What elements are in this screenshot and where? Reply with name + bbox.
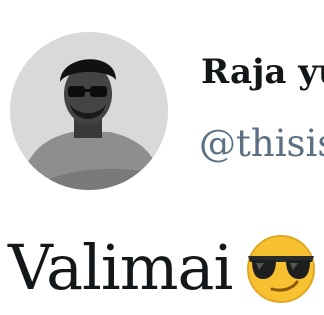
avatar-photo (10, 32, 168, 190)
tweet-card: Raja yu @thisis Valimai (0, 0, 324, 315)
author-display-name[interactable]: Raja yu (201, 52, 324, 92)
avatar[interactable] (10, 32, 168, 190)
tweet-body: Valimai (8, 230, 320, 306)
tweet-text: Valimai (8, 231, 233, 304)
author-handle[interactable]: @thisis (199, 122, 324, 166)
sunglasses-emoji-icon (242, 232, 320, 304)
